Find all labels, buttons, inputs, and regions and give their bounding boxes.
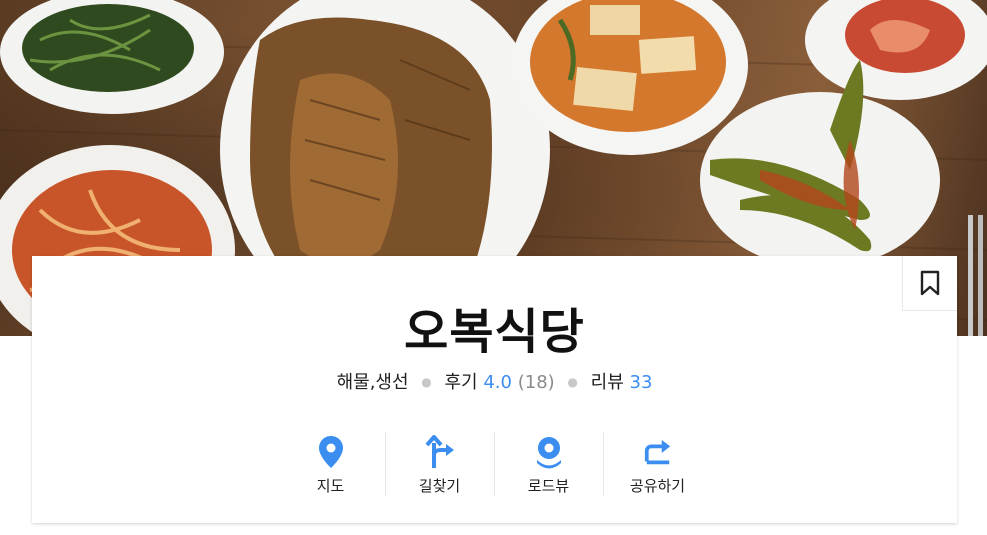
map-pin-icon	[316, 434, 346, 469]
place-name: 오복식당	[404, 304, 585, 360]
roadview-button[interactable]: 로드뷰	[494, 432, 603, 496]
roadview-icon	[534, 434, 564, 469]
blog-review-link[interactable]: 리뷰 33	[591, 372, 653, 393]
directions-button[interactable]: 길찾기	[385, 432, 494, 496]
share-icon	[643, 434, 673, 469]
review-label: 후기	[444, 372, 478, 393]
review-count: (18)	[517, 372, 555, 393]
place-category: 해물,생선	[336, 372, 409, 393]
share-label: 공유하기	[629, 477, 686, 495]
action-bar: 지도 길찾기 로드뷰 공유하기	[276, 432, 712, 496]
separator-dot: ●	[567, 375, 578, 389]
map-label: 지도	[316, 477, 345, 495]
rating-value: 4.0	[483, 372, 512, 393]
place-info-card: 오복식당 해물,생선 ● 후기 4.0 (18) ● 리뷰 33 지도 길찾기 …	[32, 256, 957, 523]
blog-review-count: 33	[629, 372, 653, 393]
directions-label: 길찾기	[418, 477, 461, 495]
map-button[interactable]: 지도	[276, 432, 385, 496]
blog-review-label: 리뷰	[590, 372, 624, 393]
review-link[interactable]: 후기 4.0 (18)	[445, 372, 561, 393]
directions-icon	[424, 434, 455, 469]
separator-dot: ●	[421, 375, 432, 389]
roadview-label: 로드뷰	[527, 477, 570, 495]
place-meta: 해물,생선 ● 후기 4.0 (18) ● 리뷰 33	[32, 368, 957, 394]
share-button[interactable]: 공유하기	[603, 432, 712, 496]
